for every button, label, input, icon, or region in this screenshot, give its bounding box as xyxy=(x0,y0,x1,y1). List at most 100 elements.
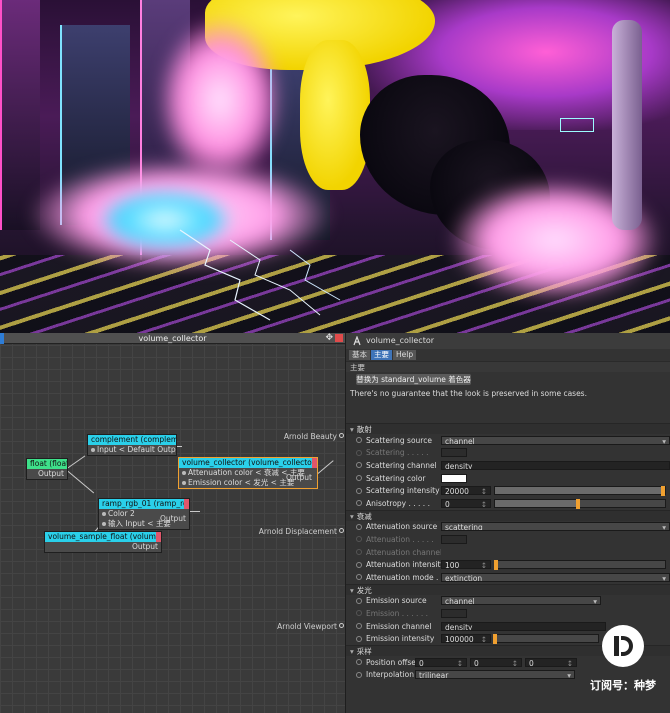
keyframe-dot-icon[interactable] xyxy=(356,635,362,642)
render-viewport[interactable] xyxy=(0,0,670,333)
param-scattering-intensity: Scattering intensity 20000 xyxy=(346,484,670,497)
keyframe-dot-icon[interactable] xyxy=(356,561,362,568)
emission-intensity-slider[interactable] xyxy=(493,634,599,645)
keyframe-dot-icon xyxy=(356,549,362,556)
group-attenuation[interactable]: ▾ 衰减 xyxy=(346,509,670,521)
connection-wire xyxy=(66,455,86,469)
emission-intensity-input[interactable]: 100000 xyxy=(441,634,491,644)
group-scattering[interactable]: ▾ 散射 xyxy=(346,423,670,434)
keyframe-dot-icon[interactable] xyxy=(356,462,362,469)
complement-node-title: complement (complemen xyxy=(88,435,176,445)
port-viewport-socket[interactable] xyxy=(339,623,344,628)
neon-sign xyxy=(560,118,594,132)
scattering-color-swatch-disabled xyxy=(441,448,467,458)
building xyxy=(0,0,40,230)
watermark-logo-icon xyxy=(602,625,644,667)
param-attenuation: Attenuation . . . . . xyxy=(346,533,670,546)
pink-cloud xyxy=(160,20,280,180)
interpolation-select[interactable]: trilinear xyxy=(415,670,575,680)
volume-collector-node[interactable]: volume_collector (volume_collector) Atte… xyxy=(178,457,318,489)
volume-collector-node-title: volume_collector (volume_collector) xyxy=(182,458,317,467)
attenuation-mode-select[interactable]: extinction xyxy=(441,572,670,582)
anisotropy-input[interactable]: 0 xyxy=(441,498,491,508)
move-icon[interactable]: ✥ xyxy=(325,333,333,344)
keyframe-dot-icon xyxy=(356,536,362,543)
keyframe-dot-icon[interactable] xyxy=(356,659,362,666)
close-icon[interactable] xyxy=(335,334,343,342)
input-port[interactable] xyxy=(91,448,95,452)
attenuation-intensity-slider[interactable] xyxy=(494,560,666,571)
node-port-label: Color 2 xyxy=(108,509,135,518)
attribute-panel-title: volume_collector xyxy=(366,336,435,345)
emission-channel-input[interactable]: density xyxy=(441,621,606,631)
connection-wire xyxy=(190,511,200,512)
node-port-label: Output xyxy=(131,542,158,551)
attenuation-source-select[interactable]: scattering xyxy=(441,522,670,532)
keyframe-dot-icon[interactable] xyxy=(356,523,362,530)
param-scattering-channel: Scattering channel density xyxy=(346,459,670,472)
replace-shader-button[interactable]: 替换为 standard_volume 着色器 xyxy=(356,374,471,385)
param-attenuation-source: Attenuation source scattering xyxy=(346,521,670,534)
keyframe-dot-icon[interactable] xyxy=(356,487,362,494)
slider-handle[interactable] xyxy=(493,634,498,645)
tab-main[interactable]: 主要 xyxy=(371,350,392,360)
node-port-label: Emission color < 发光 < 主要 xyxy=(188,478,295,487)
node-close-icon[interactable] xyxy=(312,458,317,468)
float-node-title: float (float) xyxy=(27,459,67,469)
attenuation-intensity-input[interactable]: 100 xyxy=(441,560,491,570)
input-port[interactable] xyxy=(182,481,186,485)
keyframe-dot-icon[interactable] xyxy=(356,475,362,482)
slider-handle[interactable] xyxy=(494,560,499,571)
keyframe-dot-icon[interactable] xyxy=(356,597,362,604)
keyframe-dot-icon[interactable] xyxy=(356,500,362,507)
slider-handle[interactable] xyxy=(576,498,580,509)
input-port[interactable] xyxy=(102,522,106,526)
param-emission: Emission . . . . . . xyxy=(346,607,670,620)
complement-node[interactable]: complement (complemen Input < Default Ou… xyxy=(87,434,177,456)
float-node[interactable]: float (float) Output xyxy=(26,458,68,480)
tab-help[interactable]: Help xyxy=(393,350,417,360)
position-offset-x-input[interactable]: 0 xyxy=(415,657,467,667)
port-label-viewport: Arnold Viewport xyxy=(277,622,337,631)
node-port-label: Input < Default Output xyxy=(97,445,176,454)
volume-sample-node[interactable]: volume_sample_float (volume_sample_ Outp… xyxy=(44,531,162,553)
yellow-shape xyxy=(300,40,370,190)
position-offset-y-input[interactable]: 0 xyxy=(470,657,522,667)
group-emission[interactable]: ▾ 发光 xyxy=(346,583,670,595)
panel-marker xyxy=(0,333,4,344)
param-emission-source: Emission source channel xyxy=(346,595,670,608)
emission-source-select[interactable]: channel xyxy=(441,596,601,606)
slider-handle[interactable] xyxy=(661,486,665,497)
input-port[interactable] xyxy=(182,471,186,475)
keyframe-dot-icon xyxy=(356,610,362,617)
ramp-rgb-node[interactable]: ramp_rgb_01 (ramp_rgb) Color 2 输入 Input … xyxy=(98,498,190,530)
position-offset-z-input[interactable]: 0 xyxy=(525,657,577,667)
node-close-icon[interactable] xyxy=(156,532,161,542)
port-beauty-socket[interactable] xyxy=(339,433,344,438)
attribute-panel: volume_collector 基本 主要 Help 主要 替换为 stand… xyxy=(345,333,670,713)
keyframe-dot-icon[interactable] xyxy=(356,574,362,581)
volume-sample-node-title: volume_sample_float (volume_sample_ xyxy=(48,532,161,541)
node-editor[interactable]: volume_collector ✥ complement (complemen… xyxy=(0,333,345,713)
scattering-color-swatch[interactable] xyxy=(441,473,467,483)
keyframe-dot-icon[interactable] xyxy=(356,671,362,678)
node-editor-title: volume_collector xyxy=(138,334,207,343)
param-scattering-source: Scattering source channel xyxy=(346,434,670,447)
node-port-label: Output xyxy=(37,469,64,478)
watermark-text: 订阅号：种梦 xyxy=(590,679,656,692)
node-close-icon[interactable] xyxy=(184,499,189,509)
scattering-channel-input[interactable]: density xyxy=(441,460,670,470)
keyframe-dot-icon[interactable] xyxy=(356,437,362,444)
arnold-logo-icon xyxy=(353,336,361,346)
connection-wire xyxy=(66,470,95,494)
anisotropy-slider[interactable] xyxy=(494,498,666,509)
attribute-tabs: 基本 主要 Help xyxy=(346,349,670,361)
keyframe-dot-icon[interactable] xyxy=(356,623,362,630)
scattering-intensity-input[interactable]: 20000 xyxy=(441,486,491,496)
scattering-source-select[interactable]: channel xyxy=(441,435,670,445)
scattering-intensity-slider[interactable] xyxy=(494,486,666,497)
tab-basic[interactable]: 基本 xyxy=(349,350,370,360)
input-port[interactable] xyxy=(102,512,106,516)
port-label-displacement: Arnold Displacement xyxy=(258,527,337,536)
port-displacement-socket[interactable] xyxy=(339,528,344,533)
